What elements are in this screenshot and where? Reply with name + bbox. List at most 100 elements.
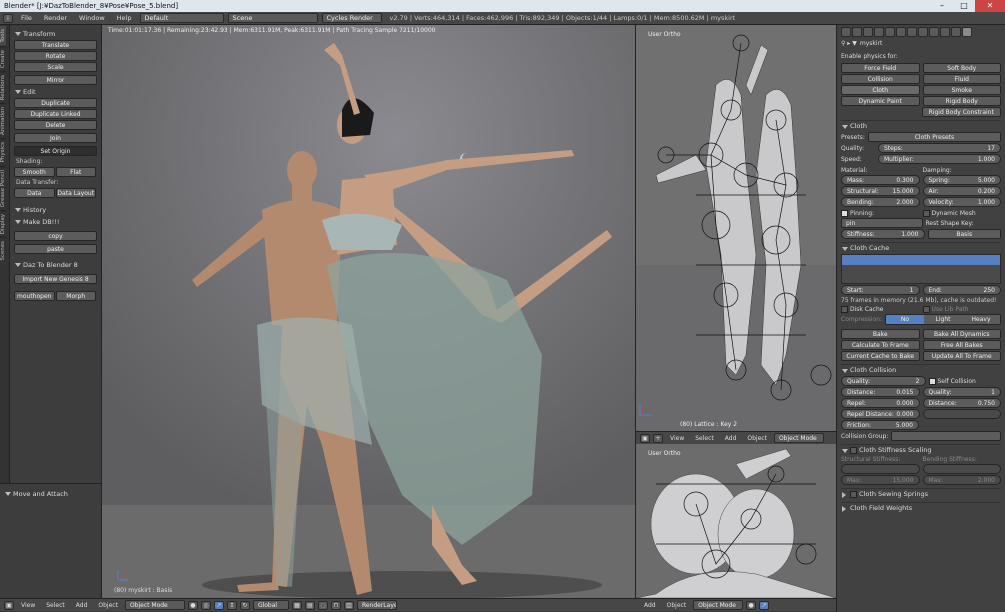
pin-stiffness-field[interactable]: Stiffness: 1.000 bbox=[841, 229, 925, 239]
sewing-springs-panel[interactable]: Cloth Sewing Springs bbox=[841, 488, 1001, 499]
mirror-button[interactable]: Mirror bbox=[14, 75, 97, 85]
tab-create[interactable]: Create bbox=[0, 45, 6, 71]
data-tab-icon[interactable] bbox=[918, 27, 928, 37]
ortho-mode-select[interactable]: Object Mode bbox=[773, 433, 824, 443]
pivot-icon[interactable]: ◎ bbox=[200, 600, 211, 610]
editor-type-icon-3d[interactable]: ▣ bbox=[4, 600, 14, 610]
duplicate-button[interactable]: Duplicate bbox=[14, 98, 97, 108]
constraints-tab-icon[interactable] bbox=[896, 27, 906, 37]
render-viewport[interactable]: Time:01:01:17.36 | Remaining:23:42.93 | … bbox=[102, 25, 636, 598]
bending-field[interactable]: Bending: 2.000 bbox=[841, 197, 920, 207]
translate-manip-icon[interactable]: ↕ bbox=[226, 600, 237, 610]
mouthopen-field[interactable]: mouthopen bbox=[14, 291, 55, 301]
collision-quality-field[interactable]: Quality: 2 bbox=[841, 376, 926, 386]
translate-button[interactable]: Translate bbox=[14, 40, 97, 50]
smooth-button[interactable]: Smooth bbox=[14, 167, 55, 177]
velocity-field[interactable]: Velocity: 1.000 bbox=[922, 197, 1001, 207]
menu-view[interactable]: View bbox=[17, 602, 39, 609]
maximize-icon[interactable]: □ bbox=[953, 0, 975, 12]
structural-field[interactable]: Structural: 15.000 bbox=[841, 186, 920, 196]
ortho-viewport-top[interactable]: User Ortho (80) Lattice : Key 2 bbox=[636, 25, 836, 431]
scene-tab-icon[interactable] bbox=[863, 27, 873, 37]
menu-render[interactable]: Render bbox=[40, 14, 71, 22]
pin-group-field[interactable]: pin bbox=[841, 218, 923, 228]
snap-icon[interactable]: ⊓ bbox=[330, 600, 341, 610]
orientation-select[interactable]: Global bbox=[252, 600, 289, 610]
paste-button[interactable]: paste bbox=[14, 244, 97, 254]
compression-heavy[interactable]: Heavy bbox=[962, 315, 1000, 324]
self-vgroup-field[interactable] bbox=[922, 409, 1001, 419]
menu-file[interactable]: File bbox=[17, 14, 36, 22]
ortho-menu-object[interactable]: Object bbox=[743, 435, 771, 442]
tab-grease-pencil[interactable]: Grease Pencil bbox=[0, 165, 6, 210]
manipulator-icon[interactable]: ↗ bbox=[213, 600, 224, 610]
panel-daz-to-blender[interactable]: Daz To Blender 8 bbox=[14, 260, 97, 270]
self-quality-field[interactable]: Quality: 1 bbox=[922, 387, 1001, 397]
tab-display[interactable]: Display bbox=[0, 209, 6, 238]
menu-select[interactable]: Select bbox=[42, 602, 69, 609]
cache-list-item[interactable] bbox=[842, 255, 1000, 265]
collision-button[interactable]: Collision bbox=[841, 74, 920, 84]
steps-field[interactable]: Steps: 17 bbox=[878, 143, 1001, 153]
data-button[interactable]: Data bbox=[14, 188, 55, 198]
expand-icon[interactable]: + bbox=[653, 433, 663, 443]
calc-to-frame-button[interactable]: Calculate To Frame bbox=[841, 340, 920, 350]
tab-relations[interactable]: Relations bbox=[0, 70, 6, 104]
update-all-button[interactable]: Update All To Frame bbox=[922, 351, 1001, 361]
rest-shape-select[interactable]: Basis bbox=[927, 229, 1001, 239]
cloth-collision-panel[interactable]: Cloth Collision bbox=[841, 364, 1001, 375]
rotate-button[interactable]: Rotate bbox=[14, 51, 97, 61]
cache-end-field[interactable]: End: 250 bbox=[922, 285, 1001, 295]
flat-button[interactable]: Flat bbox=[55, 167, 96, 177]
fluid-button[interactable]: Fluid bbox=[922, 74, 1001, 84]
compression-light[interactable]: Light bbox=[923, 315, 962, 324]
physics-tab-icon[interactable] bbox=[962, 27, 972, 37]
cloth-cache-panel[interactable]: Cloth Cache bbox=[841, 242, 1001, 253]
render-tab-icon[interactable] bbox=[841, 27, 851, 37]
editor-type-icon-ortho[interactable]: ▣ bbox=[640, 433, 650, 443]
layers-tab-icon[interactable] bbox=[852, 27, 862, 37]
scale-button[interactable]: Scale bbox=[14, 62, 97, 72]
ortho2-menu-add[interactable]: Add bbox=[640, 602, 660, 609]
texture-tab-icon[interactable] bbox=[940, 27, 950, 37]
shading-icon[interactable]: ● bbox=[187, 600, 198, 610]
ortho-viewport-bottom[interactable]: User Ortho bbox=[636, 444, 836, 598]
soft-body-button[interactable]: Soft Body bbox=[922, 63, 1001, 73]
lock-icon[interactable]: ▤ bbox=[304, 600, 315, 610]
stiffness-scaling-panel[interactable]: Cloth Stiffness Scaling bbox=[841, 444, 1001, 455]
bending-max-field[interactable]: Max: 2.000 bbox=[922, 475, 1001, 485]
layer-icon[interactable]: ▦ bbox=[291, 600, 302, 610]
disk-cache-checkbox[interactable] bbox=[841, 306, 848, 313]
close-icon[interactable]: ✕ bbox=[975, 0, 1005, 12]
smoke-button[interactable]: Smoke bbox=[922, 85, 1001, 95]
menu-object[interactable]: Object bbox=[94, 602, 122, 609]
screen-layout-select[interactable]: Default bbox=[139, 13, 224, 23]
world-tab-icon[interactable] bbox=[874, 27, 884, 37]
menu-add[interactable]: Add bbox=[72, 602, 92, 609]
particles-tab-icon[interactable] bbox=[951, 27, 961, 37]
spring-field[interactable]: Spring: 5.000 bbox=[922, 175, 1001, 185]
collision-group-field[interactable] bbox=[891, 431, 1001, 441]
rigid-body-constraint-button[interactable]: Rigid Body Constraint bbox=[921, 107, 1001, 117]
object-tab-icon[interactable] bbox=[885, 27, 895, 37]
scene-select[interactable]: Scene bbox=[227, 13, 318, 23]
dynamic-paint-button[interactable]: Dynamic Paint bbox=[841, 96, 920, 106]
bending-vgroup-field[interactable] bbox=[922, 464, 1001, 474]
menu-help[interactable]: Help bbox=[113, 14, 136, 22]
render-engine-select[interactable]: Cycles Render bbox=[321, 13, 382, 23]
cloth-presets-select[interactable]: Cloth Presets bbox=[867, 132, 1001, 142]
ortho-menu-add[interactable]: Add bbox=[721, 435, 741, 442]
structural-vgroup-field[interactable] bbox=[841, 464, 920, 474]
panel-transform[interactable]: Transform bbox=[14, 29, 97, 39]
ortho2-manip-icon[interactable]: ↗ bbox=[759, 600, 770, 610]
air-field[interactable]: Air: 0.200 bbox=[922, 186, 1001, 196]
compression-selector[interactable]: No Light Heavy bbox=[884, 314, 1001, 325]
pinning-checkbox[interactable] bbox=[841, 210, 848, 217]
self-collision-checkbox[interactable] bbox=[928, 377, 936, 385]
editor-type-icon[interactable]: i bbox=[3, 13, 13, 23]
panel-make-db[interactable]: Make DB!!! bbox=[14, 217, 97, 227]
set-origin-select[interactable]: Set Origin bbox=[14, 146, 97, 156]
structural-max-field[interactable]: Max: 15.000 bbox=[841, 475, 920, 485]
panel-history[interactable]: History bbox=[14, 205, 97, 215]
proportional-icon[interactable]: ◌ bbox=[317, 600, 328, 610]
